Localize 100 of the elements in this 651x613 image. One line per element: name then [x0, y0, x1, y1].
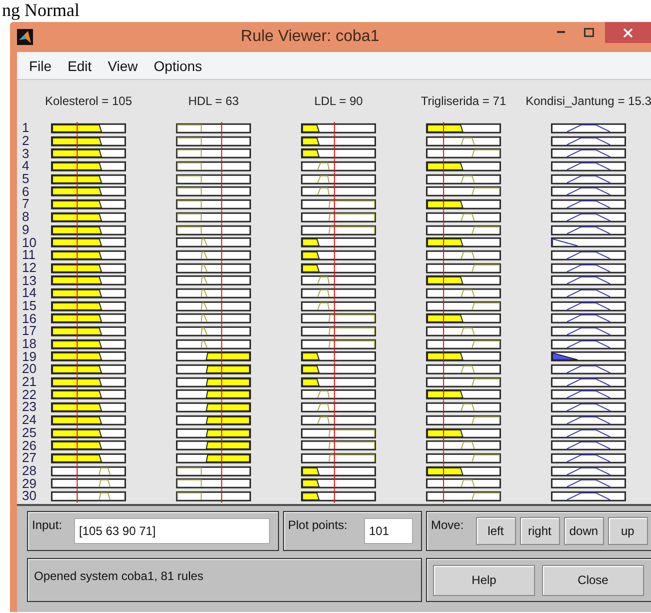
rule-number: 8 — [21, 211, 30, 224]
membership-shape — [317, 188, 330, 196]
membership-shape — [98, 480, 111, 488]
input-label: Input: — [32, 518, 62, 532]
membership-shape — [328, 314, 375, 323]
menu-item[interactable]: Options — [148, 56, 208, 76]
move-button[interactable]: left — [476, 517, 516, 545]
membership-shape — [460, 327, 475, 336]
membership-shape — [472, 264, 500, 272]
membership-shape — [98, 466, 111, 475]
rule-number: 27 — [21, 452, 38, 464]
rule-number: 2 — [21, 135, 30, 148]
close-button[interactable] — [605, 22, 651, 43]
rule-number: 26 — [21, 440, 38, 452]
membership-shape — [460, 213, 475, 222]
variable-label: Kolesterol = 105 — [44, 94, 132, 109]
membership-shape — [472, 340, 500, 348]
plot-points-field[interactable]: 101 — [364, 518, 413, 544]
move-button[interactable]: up — [608, 517, 648, 545]
membership-shape — [566, 378, 611, 386]
membership-shape — [317, 162, 330, 170]
membership-shape — [552, 238, 578, 247]
membership-shape — [177, 162, 202, 170]
move-button[interactable]: right — [520, 517, 560, 545]
variable-label: Kondisi_Jantung = 15.3 — [526, 94, 651, 109]
membership-shape — [472, 378, 500, 386]
document-text: ng Normal — [2, 0, 80, 20]
rule-number: 28 — [21, 464, 38, 477]
rule-number: 5 — [21, 173, 30, 186]
variable-label: HDL = 63 — [188, 94, 239, 109]
move-button[interactable]: down — [564, 517, 604, 545]
membership-shape — [566, 226, 611, 234]
membership-shape — [566, 327, 611, 336]
rule-number: 30 — [21, 490, 38, 502]
membership-shape — [566, 428, 611, 437]
membership-shape — [317, 276, 330, 285]
membership-shape — [566, 276, 611, 285]
membership-shape — [566, 124, 611, 132]
membership-shape — [566, 150, 611, 158]
rule-number: 25 — [21, 426, 38, 439]
membership-shape — [566, 175, 611, 184]
rule-number: 23 — [21, 401, 38, 414]
membership-shape — [566, 480, 611, 488]
membership-shape — [566, 442, 611, 450]
membership-shape — [460, 365, 475, 374]
membership-shape — [177, 480, 202, 488]
menu-item[interactable]: Edit — [62, 56, 98, 76]
move-label: Move: — [431, 518, 464, 532]
membership-shape — [472, 302, 500, 310]
app-logo-icon — [17, 29, 33, 45]
help-button[interactable]: Help — [433, 564, 535, 596]
membership-shape — [566, 466, 611, 475]
status-message: Opened system coba1, 81 rules — [27, 558, 422, 602]
membership-shape — [98, 492, 111, 500]
membership-shape — [566, 492, 611, 500]
rule-number: 7 — [21, 198, 30, 210]
membership-shape — [472, 454, 500, 462]
membership-shape — [566, 302, 611, 310]
minimize-icon — [557, 31, 565, 33]
membership-shape — [566, 162, 611, 170]
membership-shape — [317, 416, 330, 424]
membership-shape — [566, 188, 611, 196]
membership-shape — [177, 188, 202, 196]
membership-shape — [177, 492, 202, 500]
rule-number: 11 — [21, 249, 36, 262]
close-dialog-button[interactable]: Close — [542, 564, 644, 596]
membership-shape — [177, 150, 202, 158]
rule-number: 13 — [21, 274, 38, 287]
membership-shape — [328, 454, 375, 462]
menu-item[interactable]: View — [102, 56, 144, 76]
rule-number: 9 — [21, 224, 30, 236]
rule-number: 4 — [21, 160, 30, 172]
rule-number: 14 — [21, 287, 38, 300]
input-field[interactable]: [105 63 90 71] — [74, 518, 270, 544]
rule-number: 12 — [21, 262, 38, 274]
membership-shape — [566, 289, 611, 298]
membership-shape — [460, 289, 475, 298]
membership-shape — [460, 403, 475, 412]
membership-shape — [317, 302, 330, 310]
window-title: Rule Viewer: coba1 — [240, 28, 380, 46]
membership-shape — [317, 175, 330, 184]
membership-shape — [566, 264, 611, 272]
membership-shape — [328, 200, 375, 208]
membership-shape — [177, 226, 202, 234]
membership-shape — [472, 492, 500, 500]
membership-shape — [566, 365, 611, 374]
membership-shape — [460, 175, 475, 184]
membership-shape — [317, 289, 330, 298]
variable-label: Trigliserida = 71 — [420, 94, 506, 109]
membership-shape — [328, 340, 375, 348]
rule-number: 6 — [21, 186, 30, 198]
rule-number: 20 — [21, 363, 38, 376]
membership-shape — [472, 416, 500, 424]
rule-number: 19 — [21, 350, 38, 363]
rule-number: 18 — [21, 338, 38, 350]
close-icon — [623, 28, 633, 38]
rule-number: 1 — [21, 122, 30, 134]
menu-item[interactable]: File — [23, 56, 58, 76]
membership-shape — [177, 213, 202, 222]
membership-shape — [328, 226, 375, 234]
